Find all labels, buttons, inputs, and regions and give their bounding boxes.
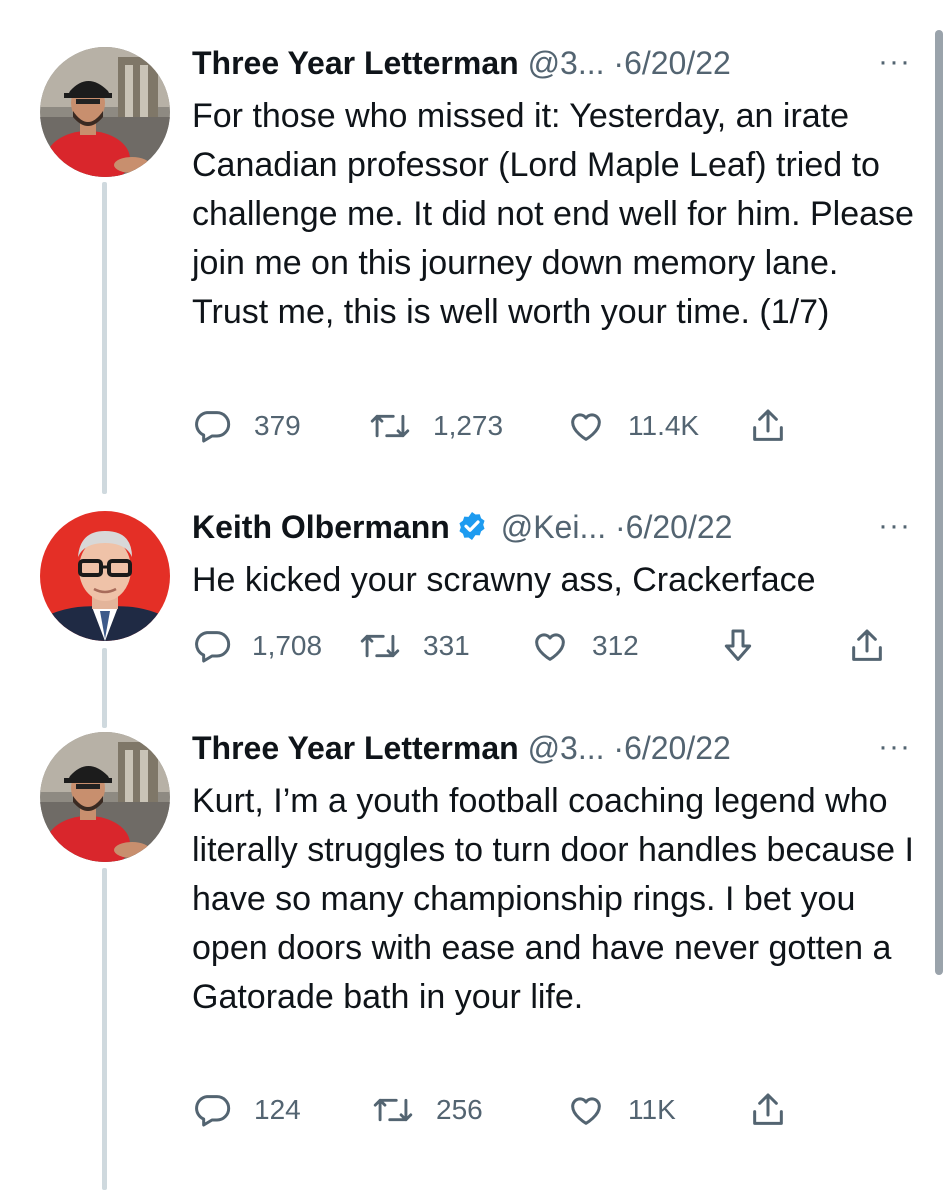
reply-button[interactable]: 379 xyxy=(192,406,301,446)
author-name[interactable]: Three Year Letterman xyxy=(192,730,519,766)
heart-icon xyxy=(571,1097,601,1125)
share-button[interactable] xyxy=(748,406,788,446)
tweet-actions: 124 256 11K xyxy=(192,1090,832,1130)
separator-dot: · xyxy=(615,509,626,545)
user-photo-red-shirt-icon xyxy=(40,732,170,862)
author-name[interactable]: Keith Olbermann xyxy=(192,509,450,545)
separator-dot: · xyxy=(613,45,625,81)
tweet[interactable]: Three Year Letterman @3... ·6/20/22 ··· … xyxy=(0,0,951,470)
tweet-date[interactable]: 6/20/22 xyxy=(624,45,731,81)
reply-count: 379 xyxy=(254,410,301,441)
reply-count: 1,708 xyxy=(252,630,323,661)
arrow-down-icon xyxy=(724,629,752,661)
retweet-count: 256 xyxy=(436,1094,483,1125)
more-options-icon[interactable]: ··· xyxy=(878,45,911,79)
tweet-text: For those who missed it: Yesterday, an i… xyxy=(192,97,914,331)
user-photo-red-shirt-icon xyxy=(40,47,170,177)
scrollbar[interactable] xyxy=(935,30,943,975)
like-count: 11.4K xyxy=(628,410,700,441)
tweet-header: Three Year Letterman @3... ·6/20/22 ··· xyxy=(192,45,911,85)
avatar[interactable] xyxy=(40,511,170,641)
author-handle[interactable]: @3... xyxy=(528,45,605,81)
reply-count: 124 xyxy=(254,1094,301,1125)
more-options-icon[interactable]: ··· xyxy=(878,730,911,764)
reply-button[interactable]: 124 xyxy=(192,1090,301,1130)
like-button[interactable]: 11.4K xyxy=(566,406,699,446)
heart-icon xyxy=(571,413,601,441)
separator-dot: · xyxy=(613,730,625,766)
reply-button[interactable]: 1,708 xyxy=(192,626,322,666)
avatar[interactable] xyxy=(40,47,170,177)
like-button[interactable]: 312 xyxy=(530,626,639,666)
heart-icon xyxy=(535,633,565,661)
tweet-date[interactable]: 6/20/22 xyxy=(624,730,731,766)
like-button[interactable]: 11K xyxy=(566,1090,676,1130)
retweet-icon xyxy=(373,1098,413,1122)
reply-icon xyxy=(195,631,231,663)
tweet-header: Three Year Letterman @3... ·6/20/22 ··· xyxy=(192,730,911,770)
retweet-count: 331 xyxy=(423,630,470,661)
user-photo-glasses-red-bg-icon xyxy=(40,511,170,641)
share-icon xyxy=(753,409,783,441)
tweet-actions: 379 1,273 11.4K xyxy=(192,406,832,446)
retweet-button[interactable]: 331 xyxy=(359,626,470,666)
verified-badge-icon xyxy=(456,510,488,550)
tweet[interactable]: Three Year Letterman @3... ·6/20/22 ··· … xyxy=(0,0,951,1127)
thread-line xyxy=(102,868,107,1190)
retweet-count: 1,273 xyxy=(433,410,504,441)
author-name[interactable]: Three Year Letterman xyxy=(192,45,519,81)
tweet-text: Kurt, I’m a youth football coaching lege… xyxy=(192,782,914,1016)
reply-icon xyxy=(195,411,231,443)
share-button[interactable] xyxy=(847,626,887,666)
like-count: 312 xyxy=(592,630,639,661)
reply-icon xyxy=(195,1095,231,1127)
tweet-date[interactable]: 6/20/22 xyxy=(626,509,733,545)
author-handle[interactable]: @3... xyxy=(528,730,605,766)
retweet-button[interactable]: 1,273 xyxy=(369,406,503,446)
tweet-actions: 1,708 331 312 xyxy=(192,626,912,666)
download-button[interactable] xyxy=(718,626,758,666)
thread-line xyxy=(102,648,107,728)
more-options-icon[interactable]: ··· xyxy=(878,509,911,543)
avatar[interactable] xyxy=(40,732,170,862)
retweet-icon xyxy=(370,414,410,438)
share-icon xyxy=(753,1093,783,1125)
tweet-text: He kicked your scrawny ass, Crackerface xyxy=(192,561,816,599)
retweet-button[interactable]: 256 xyxy=(372,1090,483,1130)
share-icon xyxy=(852,629,882,661)
author-handle[interactable]: @Kei... xyxy=(501,509,606,545)
tweet-header: Keith Olbermann @Kei... ·6/20/22 ··· xyxy=(192,509,911,549)
retweet-icon xyxy=(360,634,400,658)
share-button[interactable] xyxy=(748,1090,788,1130)
like-count: 11K xyxy=(628,1094,676,1125)
